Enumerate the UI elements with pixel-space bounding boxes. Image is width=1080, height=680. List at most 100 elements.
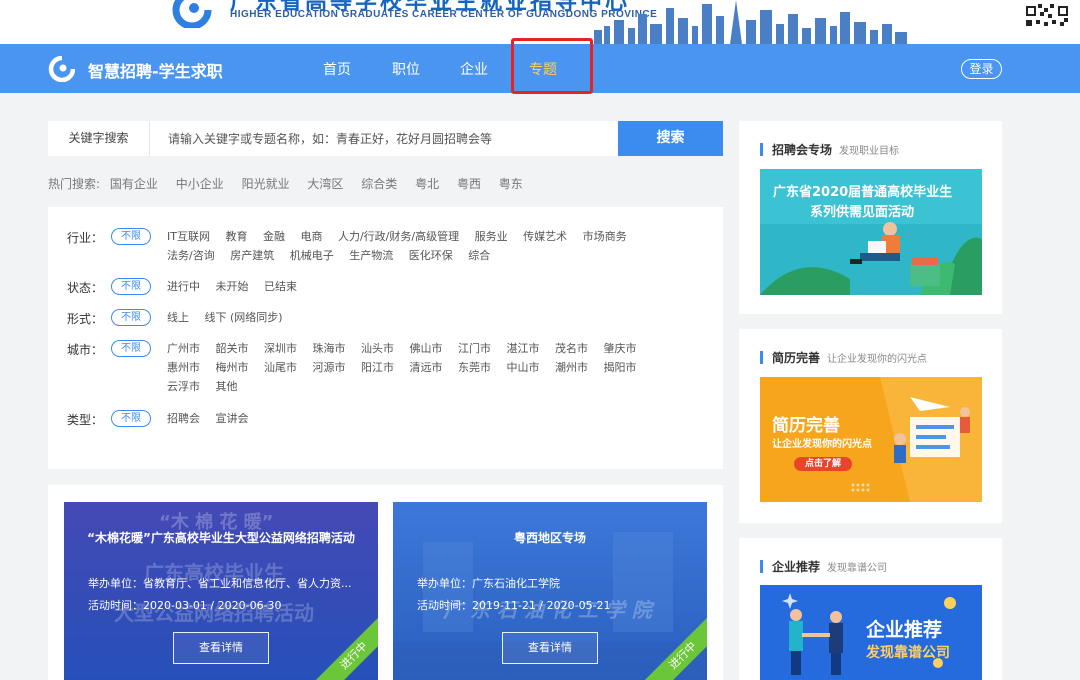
- sidebar-resume: 简历完善让企业发现你的闪光点 简历完善 让企业发现你的闪光点 点击了解: [739, 329, 1002, 523]
- filter-option[interactable]: 宣讲会: [216, 409, 249, 428]
- nav-home[interactable]: 首页: [323, 59, 351, 79]
- nav-companies[interactable]: 企业: [460, 59, 488, 79]
- learn-more-button[interactable]: 点击了解: [794, 457, 852, 471]
- card-title: 粤西地区专场: [513, 531, 586, 545]
- card-organizer: 举办单位：广东石油化工学院: [417, 577, 560, 590]
- job-fairs-banner[interactable]: 广东省2020届普通高校毕业生 系列供需见面活动: [760, 169, 982, 295]
- sidebar-companies: 企业推荐 发现靠谱公司 企业推荐 发现靠谱公司: [739, 538, 1002, 680]
- search-bar: 关键字搜索: [48, 121, 618, 156]
- sidebar-heading: 招聘会专场 发现职业目标: [760, 139, 899, 158]
- hot-tag[interactable]: 国有企业: [110, 175, 158, 192]
- filter-option[interactable]: 广州市: [167, 339, 200, 358]
- filter-option[interactable]: 梅州市: [216, 358, 249, 377]
- nav-jobs[interactable]: 职位: [392, 59, 420, 79]
- filter-option[interactable]: 东莞市: [458, 358, 491, 377]
- filter-option[interactable]: 佛山市: [410, 339, 443, 358]
- filter-type-all[interactable]: 不限: [111, 410, 151, 427]
- filter-type-options: 招聘会 宣讲会: [167, 409, 261, 428]
- filter-option[interactable]: 传媒艺术: [523, 227, 567, 246]
- company-banner-sub: 发现靠谱公司: [866, 645, 950, 661]
- filter-format-all[interactable]: 不限: [111, 309, 151, 326]
- hot-tag[interactable]: 中小企业: [176, 175, 224, 192]
- filter-option[interactable]: 河源市: [313, 358, 346, 377]
- sidebar-title: 招聘会专场: [772, 143, 833, 157]
- view-details-button[interactable]: 查看详情: [502, 632, 598, 664]
- hot-tag[interactable]: 粤西: [457, 175, 481, 192]
- filter-status-all[interactable]: 不限: [111, 278, 151, 295]
- hot-tag[interactable]: 粤北: [415, 175, 439, 192]
- filter-option[interactable]: 市场商务: [583, 227, 627, 246]
- filter-industry-all[interactable]: 不限: [111, 228, 151, 245]
- filter-format-label: 形式：: [67, 312, 104, 326]
- heading-bar: [760, 351, 763, 364]
- filter-city-all[interactable]: 不限: [111, 340, 151, 357]
- search-label: 关键字搜索: [48, 121, 150, 156]
- filter-option[interactable]: 汕尾市: [264, 358, 297, 377]
- login-button[interactable]: 登录: [961, 59, 1002, 79]
- filter-option[interactable]: 珠海市: [313, 339, 346, 358]
- filter-option[interactable]: 深圳市: [264, 339, 297, 358]
- filter-option[interactable]: 医化环保: [409, 246, 453, 265]
- hot-tag[interactable]: 大湾区: [307, 175, 343, 192]
- sidebar-heading: 企业推荐 发现靠谱公司: [760, 556, 887, 575]
- filter-option[interactable]: 金融: [263, 227, 285, 246]
- highlight-box: [511, 38, 593, 94]
- filter-option[interactable]: 潮州市: [555, 358, 588, 377]
- filter-format-options: 线上 线下 (网络同步): [167, 308, 295, 327]
- hot-tag[interactable]: 综合类: [361, 175, 397, 192]
- center-logo-icon: [172, 0, 212, 28]
- filter-option[interactable]: 机械电子: [290, 246, 334, 265]
- resume-banner[interactable]: 简历完善 让企业发现你的闪光点 点击了解: [760, 377, 982, 502]
- filter-city-options: 广州市 韶关市 深圳市 珠海市 汕头市 佛山市 江门市 湛江市 茂名市 肇庆市 …: [167, 339, 687, 396]
- search-input[interactable]: [151, 121, 618, 156]
- view-details-button[interactable]: 查看详情: [173, 632, 269, 664]
- hot-search-label: 热门搜索:: [48, 177, 101, 191]
- filter-option[interactable]: IT互联网: [167, 227, 210, 246]
- resume-banner-title: 简历完善: [772, 416, 840, 436]
- filter-option[interactable]: 电商: [300, 227, 322, 246]
- filter-option[interactable]: 阳江市: [361, 358, 394, 377]
- hot-tag[interactable]: 粤东: [499, 175, 523, 192]
- sidebar-title: 企业推荐: [772, 560, 821, 574]
- filter-option[interactable]: 人力/行政/财务/高级管理: [338, 227, 459, 246]
- filter-option[interactable]: 招聘会: [167, 409, 200, 428]
- filter-option[interactable]: 未开始: [216, 277, 249, 296]
- topic-card[interactable]: 广 东 石 油 化 工 学 院 粤西地区专场 举办单位：广东石油化工学院 活动时…: [393, 502, 707, 680]
- filter-option[interactable]: 清远市: [410, 358, 443, 377]
- filter-option[interactable]: 汕头市: [361, 339, 394, 358]
- search-button[interactable]: 搜索: [618, 121, 723, 156]
- filter-option[interactable]: 综合: [468, 246, 490, 265]
- filter-option[interactable]: 生产物流: [349, 246, 393, 265]
- filter-option[interactable]: 云浮市: [167, 377, 200, 396]
- filter-option[interactable]: 法务/咨询: [167, 246, 215, 265]
- card-organizer: 举办单位：省教育厅、省工业和信息化厅、省人力资...: [88, 577, 352, 590]
- company-banner[interactable]: 企业推荐 发现靠谱公司: [760, 585, 982, 680]
- filter-option[interactable]: 江门市: [458, 339, 491, 358]
- filter-option[interactable]: 中山市: [507, 358, 540, 377]
- filter-option[interactable]: 惠州市: [167, 358, 200, 377]
- filter-option[interactable]: 茂名市: [555, 339, 588, 358]
- filter-city-label: 城市：: [67, 343, 104, 357]
- hot-searches: 热门搜索: 国有企业 中小企业 阳光就业 大湾区 综合类 粤北 粤西 粤东: [48, 175, 537, 192]
- sidebar-subtitle: 发现职业目标: [839, 146, 900, 157]
- filter-option[interactable]: 教育: [225, 227, 247, 246]
- card-title: “木棉花暖”广东高校毕业生大型公益网络招聘活动: [87, 531, 355, 545]
- filter-option[interactable]: 韶关市: [216, 339, 249, 358]
- heading-bar: [760, 143, 763, 156]
- company-banner-title: 企业推荐: [866, 619, 943, 641]
- filter-option[interactable]: 进行中: [167, 277, 200, 296]
- filter-option[interactable]: 房产建筑: [230, 246, 274, 265]
- filter-option[interactable]: 已结束: [264, 277, 297, 296]
- filter-option[interactable]: 线下 (网络同步): [205, 308, 283, 327]
- filter-option[interactable]: 线上: [167, 308, 189, 327]
- filter-option[interactable]: 揭阳市: [604, 358, 637, 377]
- city-skyline-illustration: [594, 0, 907, 44]
- card-time: 活动时间：2020-03-01 / 2020-06-30: [88, 599, 282, 612]
- filter-option[interactable]: 服务业: [475, 227, 508, 246]
- topic-card[interactable]: “木 棉 花 暖” 广东高校毕业生 大型公益网络招聘活动 “木棉花暖”广东高校毕…: [64, 502, 378, 680]
- filter-option[interactable]: 湛江市: [507, 339, 540, 358]
- hot-tag[interactable]: 阳光就业: [242, 175, 290, 192]
- filter-option[interactable]: 肇庆市: [604, 339, 637, 358]
- resume-banner-sub: 让企业发现你的闪光点: [772, 439, 872, 450]
- filter-option[interactable]: 其他: [216, 377, 238, 396]
